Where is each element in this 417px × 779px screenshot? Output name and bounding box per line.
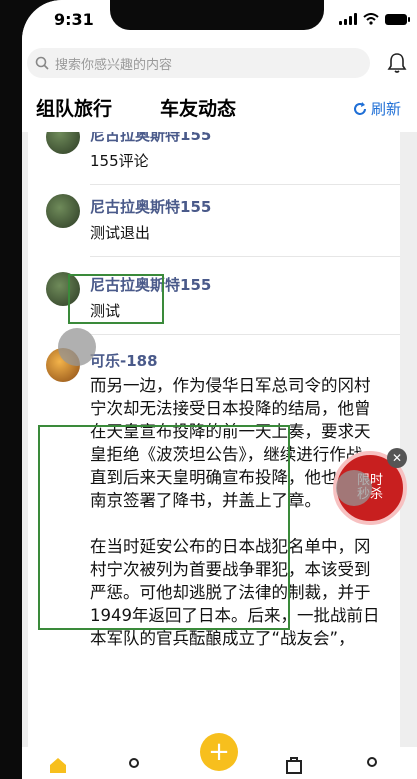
tab-label: 组队旅行	[36, 98, 113, 120]
bottom-tab-bar: +	[22, 733, 417, 779]
avatar[interactable]	[46, 132, 80, 154]
touch-indicator	[58, 328, 96, 366]
notch	[110, 0, 324, 30]
comment-text: 测试退出	[90, 224, 151, 242]
active-tab-indicator	[36, 119, 98, 127]
comment-author[interactable]: 尼古拉奥斯特155	[90, 132, 211, 145]
tab-group-travel[interactable]: 组队旅行	[36, 94, 113, 127]
touch-indicator	[336, 470, 372, 506]
close-icon[interactable]: ✕	[387, 448, 407, 468]
comment-author[interactable]: 可乐-188	[90, 350, 158, 371]
search-input[interactable]: 搜索你感兴趣的内容	[27, 48, 370, 78]
signal-icon	[339, 13, 357, 25]
search-placeholder: 搜索你感兴趣的内容	[55, 57, 173, 73]
tab-car-friends[interactable]: 车友动态	[160, 94, 236, 121]
divider	[90, 256, 400, 257]
phone-screen: 9:31 搜索你感兴趣的内容 组队旅行 车友动态 刷新 尼古拉奥斯特155 15…	[22, 0, 417, 779]
bag-icon[interactable]	[284, 755, 304, 775]
refresh-icon	[354, 101, 366, 115]
refresh-button[interactable]: 刷新	[352, 98, 401, 119]
battery-icon	[385, 13, 410, 25]
highlight-box	[38, 425, 290, 630]
bell-icon[interactable]	[387, 52, 407, 74]
divider	[90, 334, 400, 335]
tab-bar: 组队旅行 车友动态 刷新	[22, 88, 417, 132]
comment-author[interactable]: 尼古拉奥斯特155	[90, 196, 211, 217]
status-time: 9:31	[54, 10, 94, 29]
location-icon[interactable]	[124, 755, 144, 775]
profile-icon[interactable]	[362, 755, 382, 775]
publish-button[interactable]: +	[200, 733, 238, 771]
status-bar: 9:31	[22, 0, 417, 44]
refresh-label: 刷新	[370, 100, 401, 118]
system-icons	[339, 13, 410, 25]
avatar[interactable]	[46, 194, 80, 228]
wifi-icon	[363, 13, 379, 25]
comment-text: 155评论	[90, 152, 149, 170]
divider	[90, 184, 400, 185]
search-header: 搜索你感兴趣的内容	[22, 44, 417, 88]
home-icon[interactable]	[48, 755, 68, 775]
highlight-box	[68, 274, 164, 324]
search-icon	[35, 56, 49, 70]
